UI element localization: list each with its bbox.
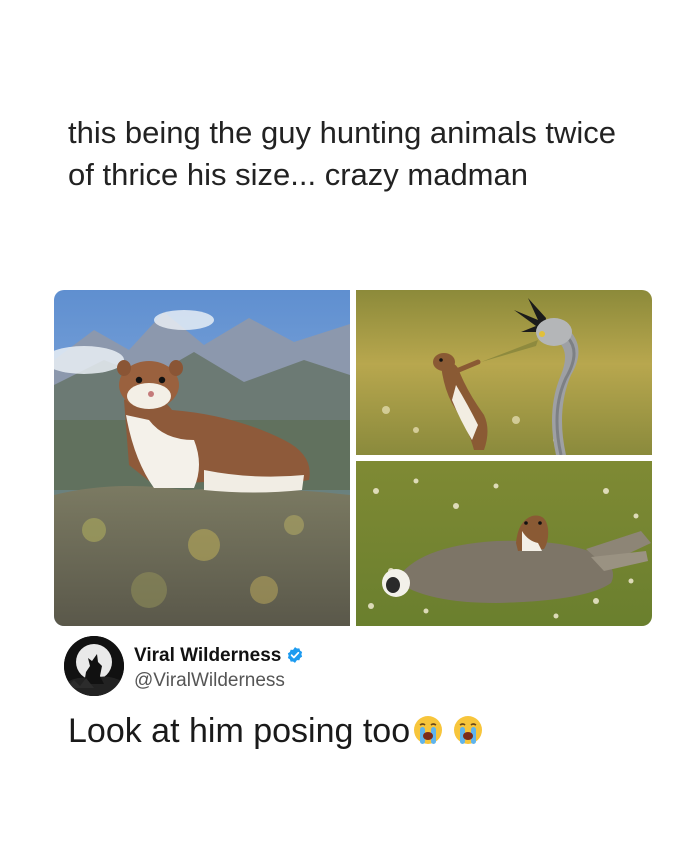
photo-grid [54, 290, 652, 626]
photo-weasel-riding-rabbit[interactable] [356, 461, 652, 626]
quoted-tweet-text: Look at him posing too [68, 712, 484, 751]
author-handle[interactable]: @ViralWilderness [134, 670, 285, 692]
loudly-crying-face-icon [454, 716, 483, 744]
tweet-text-content: Look at him posing too [68, 712, 411, 750]
verified-badge-icon [288, 647, 303, 663]
loudly-crying-face-icon [414, 716, 443, 744]
quoted-tweet-author: Viral Wilderness @ViralWilderness [64, 636, 464, 698]
display-name-text: Viral Wilderness [134, 645, 282, 666]
author-display-name[interactable]: Viral Wilderness [134, 645, 304, 667]
howling-wolf-icon [64, 636, 124, 696]
photo-weasel-vs-heron[interactable] [356, 290, 652, 455]
avatar[interactable] [64, 636, 124, 696]
post-caption: this being the guy hunting animals twice… [68, 115, 616, 192]
photo-weasel-on-rock[interactable] [54, 290, 350, 626]
